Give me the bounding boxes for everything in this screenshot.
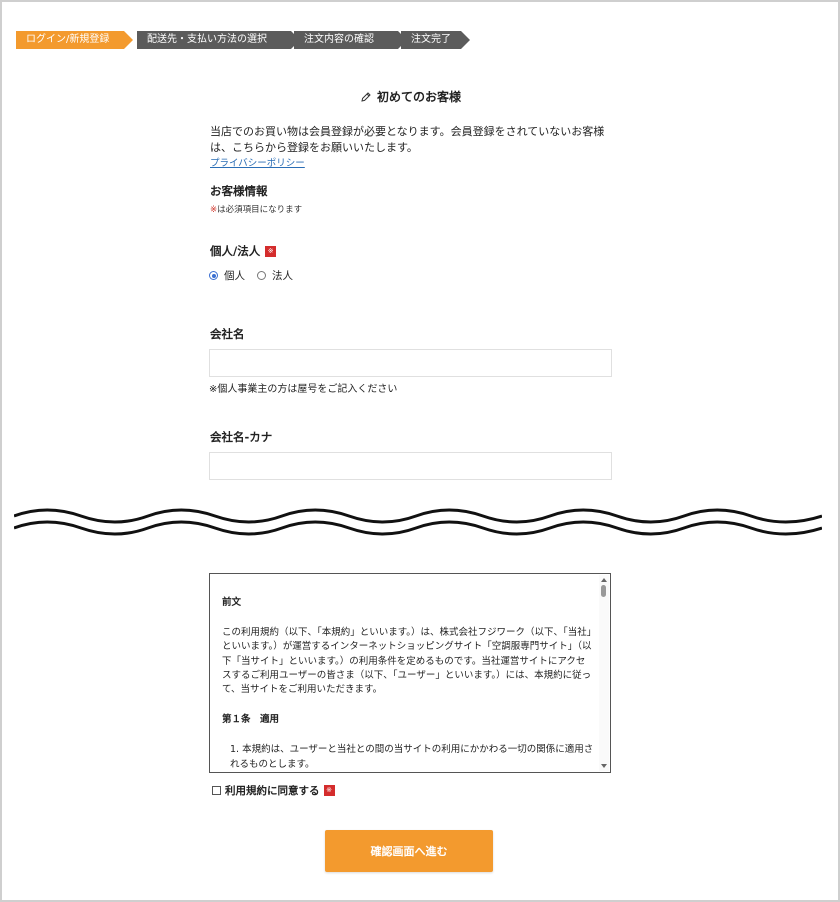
required-badge: ※ — [323, 785, 335, 796]
terms-content: 前文 この利用規約（以下、「本規約」といいます。）は、株式会社フジワーク（以下、… — [222, 596, 594, 772]
radio-individual-button[interactable] — [209, 271, 218, 280]
person-type-label: 個人/法人 ※ — [210, 243, 277, 259]
step-login-register: ログイン/新規登録 — [16, 31, 133, 49]
agree-terms[interactable]: 利用規約に同意する ※ — [212, 783, 335, 798]
terms-item: 1. 本規約は、ユーザーと当社との間の当サイトの利用にかかわる一切の関係に適用さ… — [230, 744, 594, 770]
radio-corporation[interactable]: 法人 — [257, 268, 293, 283]
scroll-thumb[interactable] — [601, 585, 606, 597]
pencil-icon — [361, 91, 371, 102]
terms-scrollbar[interactable] — [599, 575, 609, 771]
radio-corporation-button[interactable] — [257, 271, 266, 280]
section-divider-wave — [14, 508, 822, 536]
required-badge: ※ — [265, 245, 277, 257]
page-title: 初めてのお客様 — [360, 88, 461, 105]
terms-heading: 前文 — [222, 597, 242, 608]
intro-text: 当店でのお買い物は会員登録が必要となります。会員登録をされていないお客様は、こち… — [210, 125, 605, 154]
step-order-confirm: 注文内容の確認 — [294, 31, 407, 49]
scroll-down-arrow-icon[interactable] — [601, 764, 607, 768]
company-name-input[interactable] — [209, 349, 612, 377]
company-kana-input[interactable] — [209, 452, 612, 480]
company-name-label: 会社名 — [210, 327, 245, 341]
step-delivery-payment: 配送先・支払い方法の選択 — [137, 31, 300, 49]
step-order-complete: 注文完了 — [401, 31, 470, 49]
privacy-policy-link[interactable]: プライバシーポリシー — [210, 155, 305, 169]
radio-individual[interactable]: 個人 — [209, 268, 245, 283]
submit-confirm-button[interactable]: 確認画面へ進む — [325, 830, 493, 872]
terms-body: この利用規約（以下、「本規約」といいます。）は、株式会社フジワーク（以下、「当社… — [222, 627, 592, 696]
company-name-hint: ※個人事業主の方は屋号をご記入ください — [209, 384, 398, 395]
scroll-up-arrow-icon[interactable] — [601, 578, 607, 582]
person-type-radios: 個人 法人 — [209, 268, 293, 283]
required-note: ※は必須項目になります — [210, 205, 303, 215]
company-kana-label: 会社名-カナ — [210, 430, 273, 444]
terms-scrollbox[interactable]: 前文 この利用規約（以下、「本規約」といいます。）は、株式会社フジワーク（以下、… — [209, 573, 611, 773]
terms-article-title: 第１条 適用 — [222, 714, 280, 726]
agree-checkbox[interactable] — [212, 786, 221, 795]
customer-info-heading: お客様情報 — [210, 184, 268, 198]
